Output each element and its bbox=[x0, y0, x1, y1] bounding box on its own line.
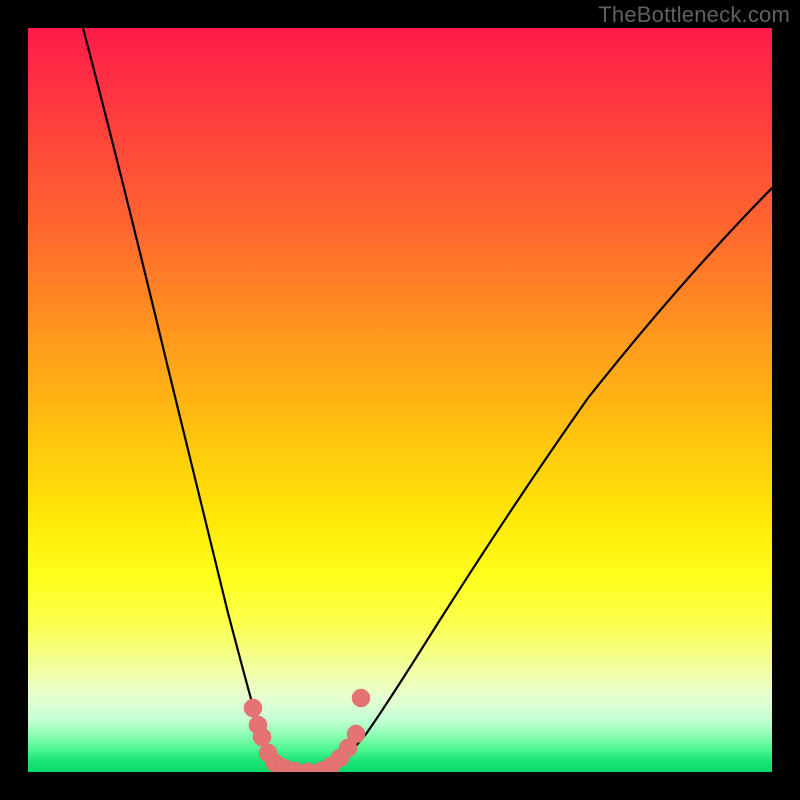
watermark-text: TheBottleneck.com bbox=[598, 2, 790, 28]
plot-area bbox=[28, 28, 772, 772]
chart-svg bbox=[28, 28, 772, 772]
bottleneck-curve bbox=[83, 28, 772, 772]
chart-frame: TheBottleneck.com bbox=[0, 0, 800, 800]
near-optimal-dots bbox=[244, 689, 370, 772]
